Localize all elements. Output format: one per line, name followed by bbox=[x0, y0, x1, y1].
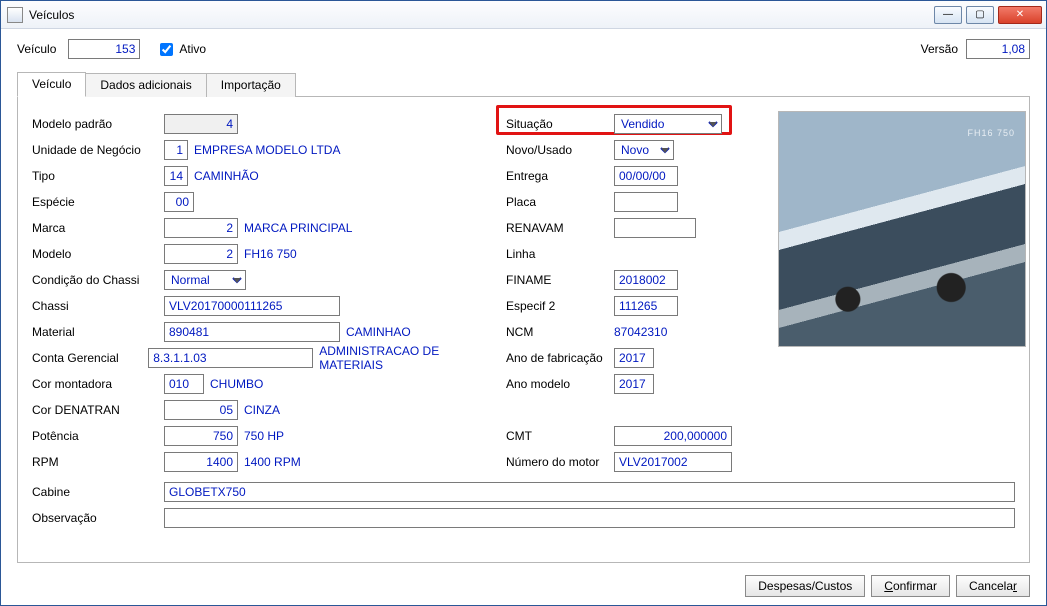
modelo-desc: FH16 750 bbox=[244, 247, 297, 261]
ativo-label: Ativo bbox=[179, 42, 206, 56]
cor-denatran-label: Cor DENATRAN bbox=[32, 403, 164, 417]
finame-input[interactable] bbox=[614, 270, 678, 290]
rpm-id[interactable] bbox=[164, 452, 238, 472]
tab-veiculo[interactable]: Veículo bbox=[17, 72, 86, 97]
marca-id[interactable] bbox=[164, 218, 238, 238]
versao-label: Versão bbox=[921, 42, 958, 56]
material-id[interactable] bbox=[164, 322, 340, 342]
potencia-label: Potência bbox=[32, 429, 164, 443]
material-desc: CAMINHAO bbox=[346, 325, 411, 339]
versao-input[interactable] bbox=[966, 39, 1030, 59]
confirmar-button[interactable]: Confirmar bbox=[871, 575, 950, 597]
novo-usado-select[interactable]: Novo bbox=[614, 140, 674, 160]
rpm-desc: 1400 RPM bbox=[244, 455, 301, 469]
finame-label: FINAME bbox=[506, 273, 614, 287]
marca-label: Marca bbox=[32, 221, 164, 235]
cor-montadora-id[interactable] bbox=[164, 374, 204, 394]
modelo-id[interactable] bbox=[164, 244, 238, 264]
num-motor-input[interactable] bbox=[614, 452, 732, 472]
material-label: Material bbox=[32, 325, 164, 339]
image-column bbox=[778, 111, 1026, 475]
close-button[interactable]: ✕ bbox=[998, 6, 1042, 24]
titlebar: Veículos — ▢ ✕ bbox=[1, 1, 1046, 29]
despesas-custos-button[interactable]: Despesas/Custos bbox=[745, 575, 865, 597]
situacao-label: Situação bbox=[506, 117, 614, 131]
unidade-negocio-id[interactable] bbox=[164, 140, 188, 160]
cond-chassi-label: Condição do Chassi bbox=[32, 273, 164, 287]
marca-desc: MARCA PRINCIPAL bbox=[244, 221, 352, 235]
form-right-column: Situação Vendido Novo/Usado Novo Entrega… bbox=[506, 111, 756, 475]
minimize-button[interactable]: — bbox=[934, 6, 962, 24]
tipo-id[interactable] bbox=[164, 166, 188, 186]
unidade-negocio-label: Unidade de Negócio bbox=[32, 143, 164, 157]
especif2-input[interactable] bbox=[614, 296, 678, 316]
app-icon bbox=[7, 7, 23, 23]
especif2-label: Especif 2 bbox=[506, 299, 614, 313]
cor-denatran-id[interactable] bbox=[164, 400, 238, 420]
tab-dados-adicionais[interactable]: Dados adicionais bbox=[85, 73, 206, 97]
cor-denatran-desc: CINZA bbox=[244, 403, 280, 417]
cmt-label: CMT bbox=[506, 429, 614, 443]
cabine-label: Cabine bbox=[32, 485, 164, 499]
window-title: Veículos bbox=[29, 8, 934, 22]
ncm-value: 87042310 bbox=[614, 325, 667, 339]
ano-modelo-label: Ano modelo bbox=[506, 377, 614, 391]
cabine-input[interactable] bbox=[164, 482, 1015, 502]
ativo-checkbox[interactable]: Ativo bbox=[156, 40, 206, 59]
rpm-label: RPM bbox=[32, 455, 164, 469]
veiculo-label: Veículo bbox=[17, 42, 56, 56]
renavam-label: RENAVAM bbox=[506, 221, 614, 235]
tab-pane-veiculo: Modelo padrão Unidade de Negócio EMPRESA… bbox=[17, 97, 1030, 563]
ano-modelo-input[interactable] bbox=[614, 374, 654, 394]
window-controls: — ▢ ✕ bbox=[934, 6, 1042, 24]
tabstrip: Veículo Dados adicionais Importação bbox=[17, 71, 1030, 97]
chassi-label: Chassi bbox=[32, 299, 164, 313]
num-motor-label: Número do motor bbox=[506, 455, 614, 469]
entrega-label: Entrega bbox=[506, 169, 614, 183]
maximize-button[interactable]: ▢ bbox=[966, 6, 994, 24]
modelo-padrao-label: Modelo padrão bbox=[32, 117, 164, 131]
form-left-column: Modelo padrão Unidade de Negócio EMPRESA… bbox=[32, 111, 484, 475]
vehicle-image bbox=[778, 111, 1026, 347]
footer-buttons: Despesas/Custos Confirmar Cancelar bbox=[745, 575, 1030, 597]
cancelar-button[interactable]: Cancelar bbox=[956, 575, 1030, 597]
conta-ger-label: Conta Gerencial bbox=[32, 351, 148, 365]
tab-importacao[interactable]: Importação bbox=[206, 73, 296, 97]
situacao-select[interactable]: Vendido bbox=[614, 114, 722, 134]
ncm-label: NCM bbox=[506, 325, 614, 339]
tipo-label: Tipo bbox=[32, 169, 164, 183]
unidade-negocio-desc: EMPRESA MODELO LTDA bbox=[194, 143, 340, 157]
conta-ger-desc: ADMINISTRACAO DE MATERIAIS bbox=[319, 344, 484, 372]
modelo-padrao-input[interactable] bbox=[164, 114, 238, 134]
window-root: Veículos — ▢ ✕ Veículo Ativo Versão Veíc… bbox=[0, 0, 1047, 606]
veiculo-id-input[interactable] bbox=[68, 39, 140, 59]
especie-label: Espécie bbox=[32, 195, 164, 209]
entrega-input[interactable] bbox=[614, 166, 678, 186]
renavam-input[interactable] bbox=[614, 218, 696, 238]
potencia-desc: 750 HP bbox=[244, 429, 284, 443]
especie-id[interactable] bbox=[164, 192, 194, 212]
cor-montadora-desc: CHUMBO bbox=[210, 377, 263, 391]
novo-usado-label: Novo/Usado bbox=[506, 143, 614, 157]
observacao-label: Observação bbox=[32, 511, 164, 525]
conta-ger-id[interactable] bbox=[148, 348, 313, 368]
ano-fab-input[interactable] bbox=[614, 348, 654, 368]
header-bar: Veículo Ativo Versão bbox=[1, 29, 1046, 65]
cor-montadora-label: Cor montadora bbox=[32, 377, 164, 391]
ano-fab-label: Ano de fabricação bbox=[506, 351, 614, 365]
ativo-checkbox-input[interactable] bbox=[160, 43, 173, 56]
potencia-id[interactable] bbox=[164, 426, 238, 446]
linha-label: Linha bbox=[506, 247, 614, 261]
placa-input[interactable] bbox=[614, 192, 678, 212]
observacao-input[interactable] bbox=[164, 508, 1015, 528]
chassi-input[interactable] bbox=[164, 296, 340, 316]
tipo-desc: CAMINHÃO bbox=[194, 169, 259, 183]
placa-label: Placa bbox=[506, 195, 614, 209]
cond-chassi-select[interactable]: Normal bbox=[164, 270, 246, 290]
cmt-input[interactable] bbox=[614, 426, 732, 446]
modelo-label: Modelo bbox=[32, 247, 164, 261]
